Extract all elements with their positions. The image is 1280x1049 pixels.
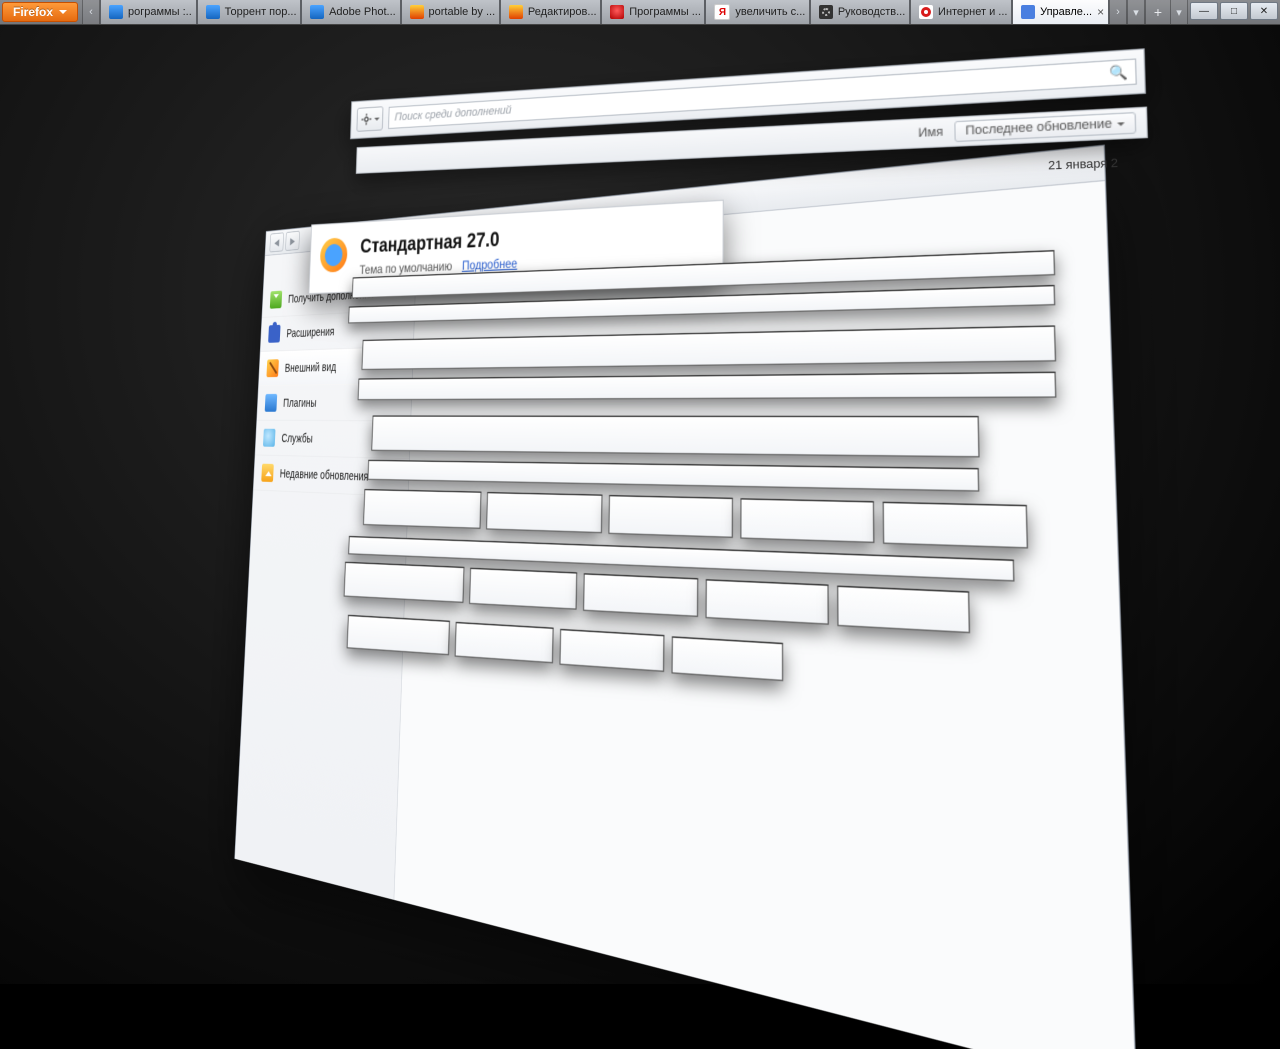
tab-favicon	[509, 5, 523, 19]
dom-layer-slab	[583, 573, 698, 617]
sort-by-updated[interactable]: Последнее обновление	[955, 112, 1137, 142]
browser-tab[interactable]: Управле... ×	[1012, 0, 1109, 24]
tab-favicon	[410, 5, 424, 19]
category-label: Службы	[281, 431, 313, 445]
tab-favicon: Я	[714, 4, 730, 20]
browser-tab[interactable]: Редактиров...	[500, 0, 601, 24]
category-label: Внешний вид	[285, 360, 337, 375]
tab-favicon	[109, 5, 123, 19]
tab-label: Управле...	[1040, 6, 1092, 18]
window-controls: — □ ✕	[1188, 0, 1280, 24]
category-icon	[261, 464, 274, 482]
browser-tab[interactable]: Adobe Phot...	[301, 0, 400, 24]
tab-label: portable by ...	[429, 6, 496, 18]
3d-tilt-view: ◀ ▶ Получить дополненияРасширенияВнешний…	[0, 24, 1280, 984]
tab-favicon	[819, 5, 833, 19]
category-icon	[265, 394, 278, 412]
tab-label: рограммы :..	[128, 6, 192, 18]
dom-layer-slab	[363, 489, 482, 529]
tab-label: Руководств...	[838, 6, 905, 18]
dom-layer-slab	[344, 562, 465, 603]
category-label: Плагины	[283, 396, 317, 410]
dom-layer-slab	[559, 629, 664, 672]
category-icon	[268, 325, 280, 343]
tab-label: Интернет и ...	[938, 6, 1007, 18]
minimize-button[interactable]: —	[1190, 2, 1218, 20]
browser-tab[interactable]: Яувеличить с...	[705, 0, 809, 24]
tab-list-dropdown[interactable]: ▾	[1127, 0, 1145, 24]
browser-tab[interactable]: Интернет и ...	[910, 0, 1012, 24]
tab-scroll-right[interactable]: ›	[1109, 0, 1127, 24]
tab-favicon	[1021, 5, 1035, 19]
category-label: Расширения	[286, 324, 335, 340]
dom-layer-slab	[837, 586, 970, 634]
dom-layer-slab	[347, 615, 450, 656]
category-icon	[270, 291, 282, 309]
browser-tab[interactable]: Руководств...	[810, 0, 910, 24]
tools-gear-button[interactable]	[356, 106, 383, 132]
category-icon	[266, 359, 278, 377]
tab-favicon	[206, 5, 220, 19]
dom-layer-slab	[705, 579, 828, 625]
tab-label: Редактиров...	[528, 6, 597, 18]
browser-tab[interactable]: рограммы :..	[100, 0, 197, 24]
tab-favicon	[919, 5, 933, 19]
tab-label: увеличить с...	[735, 6, 805, 18]
tab-strip: Firefox ‹ рограммы :.. Торрент пор... Adob…	[0, 0, 1280, 25]
dom-layer-slab	[455, 622, 554, 663]
category-icon	[263, 429, 276, 447]
close-window-button[interactable]: ✕	[1250, 2, 1278, 20]
tab-close-button[interactable]: ×	[1097, 6, 1104, 18]
tab-label: Торрент пор...	[225, 6, 297, 18]
search-icon[interactable]: 🔍	[1109, 64, 1128, 82]
browser-tab[interactable]: Программы ...	[601, 0, 705, 24]
tab-label: Adobe Phot...	[329, 6, 396, 18]
theme-icon	[320, 237, 348, 272]
dom-layer-slab	[469, 568, 577, 610]
dom-layer-slab	[740, 498, 874, 543]
dom-layer-slab	[883, 502, 1029, 549]
maximize-button[interactable]: □	[1220, 2, 1248, 20]
gear-icon	[361, 113, 372, 126]
nav-back-button[interactable]: ◀	[269, 232, 284, 252]
firefox-app-button[interactable]: Firefox	[2, 2, 78, 22]
sort-by-name[interactable]: Имя	[918, 125, 943, 140]
tab-group-dropdown[interactable]: ▾	[1170, 0, 1188, 24]
dom-layer-slab	[671, 636, 783, 681]
nav-forward-button[interactable]: ▶	[285, 231, 300, 251]
dom-layer-slab	[608, 495, 733, 538]
tab-scroll-left[interactable]: ‹	[82, 0, 100, 24]
tab-favicon	[610, 5, 624, 19]
browser-tab[interactable]: Торрент пор...	[197, 0, 301, 24]
search-placeholder: Поиск среди дополнений	[394, 104, 511, 124]
tab-favicon	[310, 5, 324, 19]
update-date-label: 21 января 2	[1048, 157, 1118, 173]
dom-layer-slab	[486, 492, 603, 533]
dom-layer-slab	[371, 416, 979, 458]
new-tab-button[interactable]: +	[1145, 0, 1170, 24]
tab-label: Программы ...	[629, 6, 701, 18]
browser-tab[interactable]: portable by ...	[401, 0, 500, 24]
category-label: Недавние обновления	[280, 466, 369, 483]
